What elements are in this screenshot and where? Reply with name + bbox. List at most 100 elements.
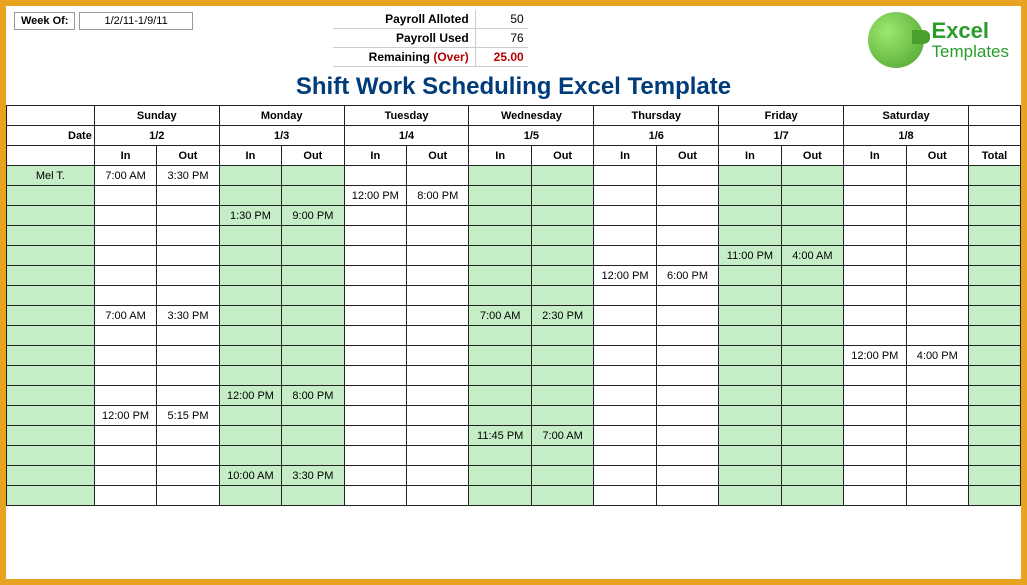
- time-cell[interactable]: [719, 206, 781, 226]
- time-cell[interactable]: [844, 466, 906, 486]
- time-cell[interactable]: [781, 366, 843, 386]
- time-cell[interactable]: [344, 406, 406, 426]
- time-cell[interactable]: [781, 426, 843, 446]
- time-cell[interactable]: 5:15 PM: [157, 406, 219, 426]
- time-cell[interactable]: [531, 206, 593, 226]
- time-cell[interactable]: [656, 306, 718, 326]
- time-cell[interactable]: [157, 466, 219, 486]
- employee-name-cell[interactable]: [7, 286, 95, 306]
- time-cell[interactable]: [844, 326, 906, 346]
- time-cell[interactable]: [344, 346, 406, 366]
- time-cell[interactable]: [219, 186, 281, 206]
- time-cell[interactable]: [594, 346, 656, 366]
- time-cell[interactable]: [656, 426, 718, 446]
- time-cell[interactable]: [94, 466, 156, 486]
- time-cell[interactable]: [407, 446, 469, 466]
- time-cell[interactable]: [157, 206, 219, 226]
- time-cell[interactable]: 4:00 PM: [906, 346, 968, 366]
- date-header[interactable]: 1/2: [94, 126, 219, 146]
- time-cell[interactable]: [719, 366, 781, 386]
- time-cell[interactable]: [906, 186, 968, 206]
- time-cell[interactable]: [781, 446, 843, 466]
- time-cell[interactable]: [781, 266, 843, 286]
- time-cell[interactable]: 7:00 AM: [94, 306, 156, 326]
- time-cell[interactable]: [282, 186, 344, 206]
- time-cell[interactable]: [531, 286, 593, 306]
- time-cell[interactable]: [781, 206, 843, 226]
- time-cell[interactable]: [469, 406, 531, 426]
- time-cell[interactable]: [344, 226, 406, 246]
- time-cell[interactable]: 3:30 PM: [157, 306, 219, 326]
- time-cell[interactable]: [656, 386, 718, 406]
- time-cell[interactable]: [906, 406, 968, 426]
- time-cell[interactable]: [719, 406, 781, 426]
- time-cell[interactable]: [219, 246, 281, 266]
- time-cell[interactable]: [219, 346, 281, 366]
- time-cell[interactable]: [219, 426, 281, 446]
- time-cell[interactable]: [531, 446, 593, 466]
- time-cell[interactable]: [219, 446, 281, 466]
- time-cell[interactable]: [719, 286, 781, 306]
- time-cell[interactable]: [469, 266, 531, 286]
- time-cell[interactable]: [407, 306, 469, 326]
- time-cell[interactable]: [719, 166, 781, 186]
- time-cell[interactable]: 3:30 PM: [282, 466, 344, 486]
- time-cell[interactable]: [719, 226, 781, 246]
- time-cell[interactable]: [344, 306, 406, 326]
- time-cell[interactable]: [656, 366, 718, 386]
- time-cell[interactable]: 11:00 PM: [719, 246, 781, 266]
- time-cell[interactable]: [282, 346, 344, 366]
- time-cell[interactable]: 12:00 PM: [344, 186, 406, 206]
- time-cell[interactable]: [531, 326, 593, 346]
- time-cell[interactable]: [781, 466, 843, 486]
- time-cell[interactable]: [844, 226, 906, 246]
- time-cell[interactable]: [906, 446, 968, 466]
- time-cell[interactable]: [219, 286, 281, 306]
- time-cell[interactable]: [407, 206, 469, 226]
- time-cell[interactable]: [906, 166, 968, 186]
- time-cell[interactable]: [282, 286, 344, 306]
- time-cell[interactable]: [781, 386, 843, 406]
- time-cell[interactable]: [219, 306, 281, 326]
- time-cell[interactable]: [656, 186, 718, 206]
- time-cell[interactable]: [656, 166, 718, 186]
- time-cell[interactable]: [157, 266, 219, 286]
- time-cell[interactable]: [219, 166, 281, 186]
- time-cell[interactable]: 6:00 PM: [656, 266, 718, 286]
- time-cell[interactable]: [531, 226, 593, 246]
- time-cell[interactable]: [844, 486, 906, 506]
- employee-name-cell[interactable]: [7, 446, 95, 466]
- time-cell[interactable]: [906, 226, 968, 246]
- time-cell[interactable]: [719, 386, 781, 406]
- time-cell[interactable]: [94, 346, 156, 366]
- time-cell[interactable]: [719, 306, 781, 326]
- employee-name-cell[interactable]: [7, 386, 95, 406]
- employee-name-cell[interactable]: [7, 266, 95, 286]
- time-cell[interactable]: [469, 446, 531, 466]
- time-cell[interactable]: 2:30 PM: [531, 306, 593, 326]
- time-cell[interactable]: [157, 386, 219, 406]
- time-cell[interactable]: [157, 446, 219, 466]
- time-cell[interactable]: [344, 466, 406, 486]
- time-cell[interactable]: [594, 426, 656, 446]
- time-cell[interactable]: 12:00 PM: [844, 346, 906, 366]
- time-cell[interactable]: [594, 206, 656, 226]
- time-cell[interactable]: [844, 406, 906, 426]
- time-cell[interactable]: [407, 226, 469, 246]
- time-cell[interactable]: [157, 486, 219, 506]
- time-cell[interactable]: [656, 406, 718, 426]
- employee-name-cell[interactable]: [7, 206, 95, 226]
- time-cell[interactable]: [94, 246, 156, 266]
- employee-name-cell[interactable]: [7, 226, 95, 246]
- time-cell[interactable]: 10:00 AM: [219, 466, 281, 486]
- time-cell[interactable]: [94, 426, 156, 446]
- time-cell[interactable]: [344, 366, 406, 386]
- time-cell[interactable]: [781, 346, 843, 366]
- time-cell[interactable]: [469, 286, 531, 306]
- employee-name-cell[interactable]: [7, 406, 95, 426]
- time-cell[interactable]: [594, 406, 656, 426]
- time-cell[interactable]: 8:00 PM: [407, 186, 469, 206]
- employee-name-cell[interactable]: Mel T.: [7, 166, 95, 186]
- time-cell[interactable]: [157, 426, 219, 446]
- time-cell[interactable]: [719, 486, 781, 506]
